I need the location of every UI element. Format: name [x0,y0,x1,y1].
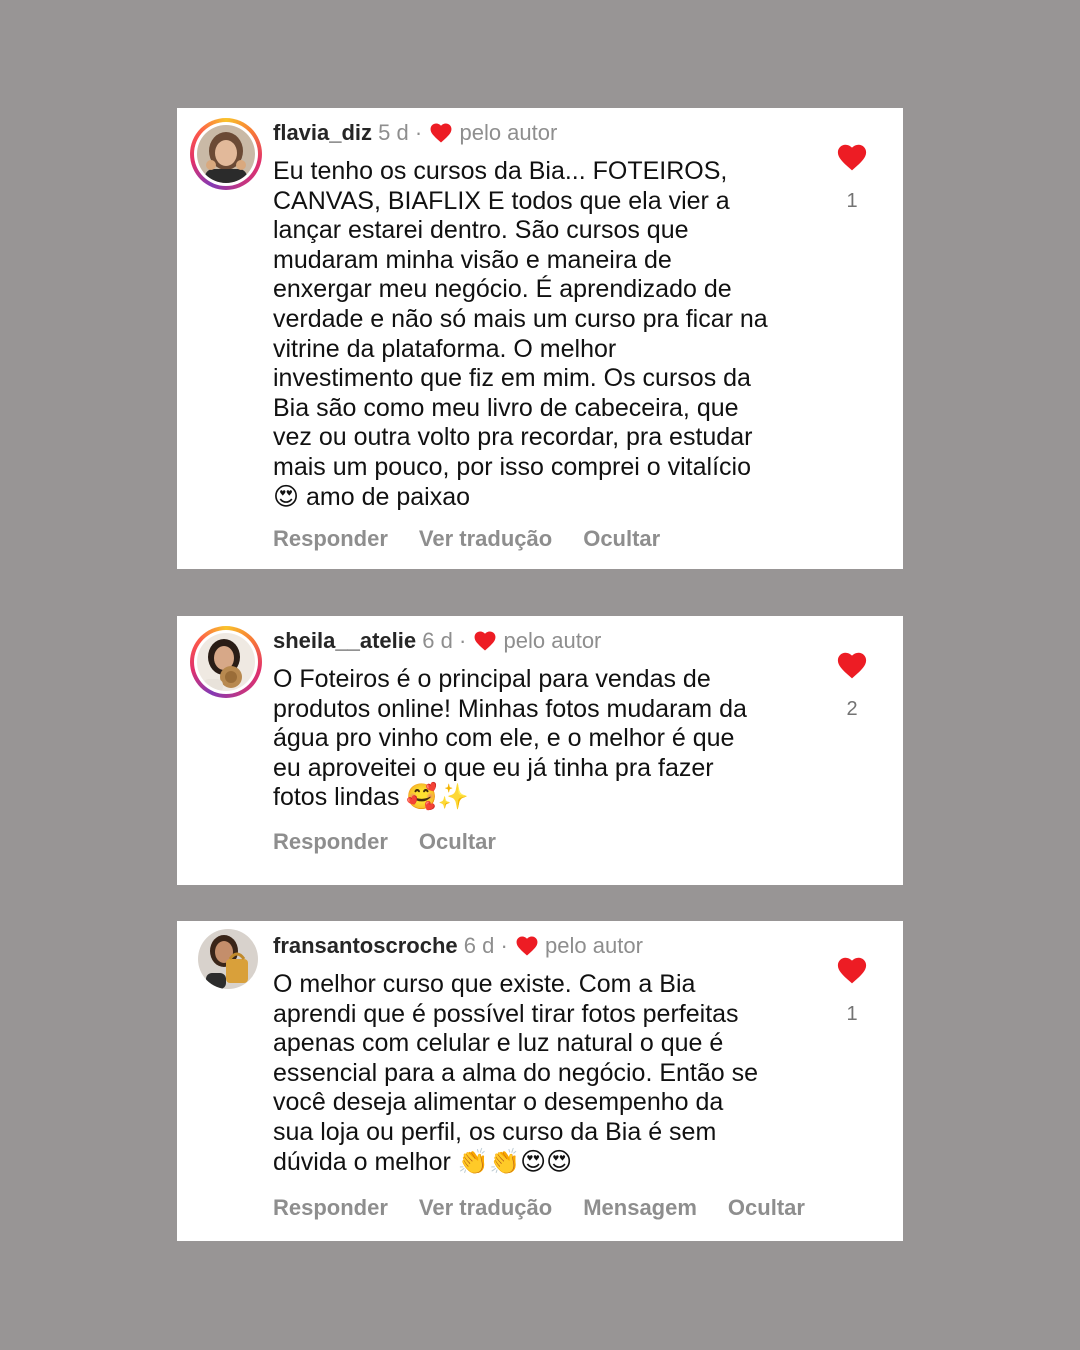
comment-actions: Responder Ver tradução Ocultar [273,526,833,552]
comment-meta: sheila__atelie 6 d · pelo autor [273,628,833,657]
heart-icon [474,631,496,657]
username[interactable]: flavia_diz [273,120,372,145]
username[interactable]: sheila__atelie [273,628,416,653]
heart-icon[interactable] [837,957,867,984]
avatar-photo [197,125,255,183]
liked-by-author: pelo autor [503,628,602,653]
liked-by-author: pelo autor [459,120,558,145]
comment-body: flavia_diz 5 d · pelo autor Eu tenho os … [273,120,833,552]
comment-body: sheila__atelie 6 d · pelo autor O Foteir… [273,628,833,855]
see-translation-button[interactable]: Ver tradução [419,526,552,552]
like-button[interactable]: 1 [835,144,869,213]
comment-time: 6 d [463,933,495,958]
like-count: 2 [846,698,858,720]
reply-button[interactable]: Responder [273,526,388,552]
comment-text: O Foteiros é o principal para vendas de … [273,665,747,812]
avatar-photo [197,633,255,691]
liked-by-author: pelo autor [545,933,643,958]
comment-meta: fransantoscroche 6 d · pelo autor [273,933,833,962]
avatar[interactable] [198,929,258,989]
reply-button[interactable]: Responder [273,1195,388,1221]
comment-text: O melhor curso que existe. Com a Bia apr… [273,970,759,1176]
hide-button[interactable]: Ocultar [728,1195,805,1221]
like-button[interactable]: 1 [835,957,869,1026]
hide-button[interactable]: Ocultar [419,829,496,855]
avatar[interactable] [190,626,262,698]
avatar[interactable] [190,118,262,190]
message-button[interactable]: Mensagem [583,1195,697,1221]
comment-card: flavia_diz 5 d · pelo autor Eu tenho os … [177,108,903,569]
heart-icon [516,936,538,962]
comment-meta: flavia_diz 5 d · pelo autor [273,120,833,149]
like-button[interactable]: 2 [835,652,869,721]
comment-actions: Responder Ver tradução Mensagem Ocultar [273,1195,833,1221]
comment-time: 6 d [422,628,453,653]
dot-separator: · [414,120,423,145]
comment-card: sheila__atelie 6 d · pelo autor O Foteir… [177,616,903,885]
comment-text: Eu tenho os cursos da Bia... FOTEIROS, C… [273,157,768,511]
comment-card: fransantoscroche 6 d · pelo autor O melh… [177,921,903,1241]
comment-time: 5 d [378,120,409,145]
hide-button[interactable]: Ocultar [583,526,660,552]
dot-separator: · [500,933,508,958]
like-count: 1 [846,1003,858,1025]
avatar-photo [198,929,258,989]
dot-separator: · [458,628,467,653]
heart-icon [430,123,452,149]
see-translation-button[interactable]: Ver tradução [419,1195,552,1221]
username[interactable]: fransantoscroche [273,933,458,958]
like-count: 1 [846,190,858,212]
comment-actions: Responder Ocultar [273,829,833,855]
heart-icon[interactable] [837,652,867,679]
reply-button[interactable]: Responder [273,829,388,855]
heart-icon[interactable] [837,144,867,171]
comment-body: fransantoscroche 6 d · pelo autor O melh… [273,933,833,1221]
